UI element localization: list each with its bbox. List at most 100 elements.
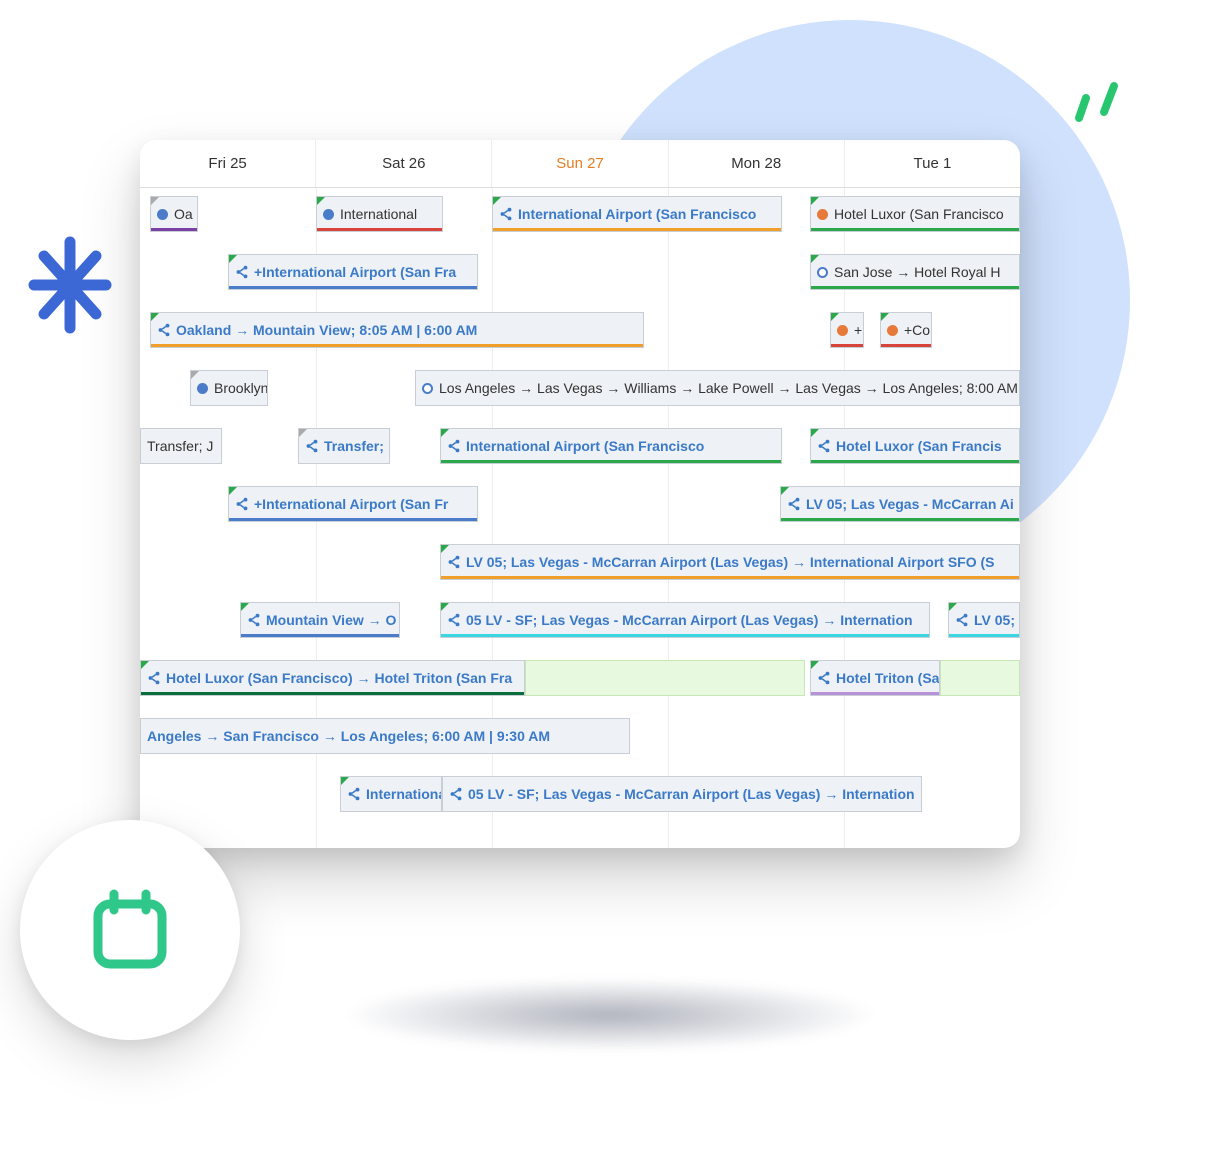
event-label: Brooklyn	[214, 380, 268, 396]
event-transfer[interactable]: Transfer;	[298, 428, 390, 464]
header-label: Tue 1	[914, 155, 952, 172]
share-icon	[449, 787, 463, 801]
star-decoration	[20, 230, 120, 345]
dot-icon	[323, 209, 334, 220]
event-hotel-luxor-triton[interactable]: Hotel Luxor (San Francisco) → Hotel Trit…	[140, 660, 525, 696]
event-label: +	[854, 322, 862, 338]
dot-icon	[837, 325, 848, 336]
event-green-block-2[interactable]	[940, 660, 1020, 696]
corner-icon	[150, 196, 160, 206]
calendar-icon	[80, 880, 180, 980]
event-intl-airport-sf-2[interactable]: International Airport (San Francisco	[440, 428, 782, 464]
corner-icon	[240, 602, 250, 612]
corner-icon	[810, 660, 820, 670]
event-intl-airport-plus[interactable]: +International Airport (San Fra	[228, 254, 478, 290]
corner-icon	[190, 370, 200, 380]
corner-icon	[880, 312, 890, 322]
event-05lv-sf[interactable]: 05 LV - SF; Las Vegas - McCarran Airport…	[440, 602, 930, 638]
corner-icon	[316, 196, 326, 206]
dot-icon	[817, 209, 828, 220]
share-icon	[787, 497, 801, 511]
corner-icon	[492, 196, 502, 206]
event-label: LV 05; Las Vegas - McCarran Ai	[806, 496, 1014, 512]
event-mountain-view[interactable]: Mountain View → O	[240, 602, 400, 638]
event-label: Oakland → Mountain View; 8:05 AM | 6:00 …	[176, 322, 477, 338]
event-lv05-2[interactable]: LV 05; Las Vegas - McCarran Airport (Las…	[440, 544, 1020, 580]
share-icon	[955, 613, 969, 627]
share-icon	[447, 555, 461, 569]
header-mon[interactable]: Mon 28	[669, 140, 845, 187]
corner-icon	[228, 254, 238, 264]
event-label: Angeles → San Francisco → Los Angeles; 6…	[147, 728, 550, 744]
dot-icon	[887, 325, 898, 336]
event-green-block[interactable]	[525, 660, 805, 696]
corner-icon	[830, 312, 840, 322]
header-sat[interactable]: Sat 26	[316, 140, 492, 187]
event-label: Transfer;	[324, 438, 384, 454]
event-angeles-sf-la[interactable]: Angeles → San Francisco → Los Angeles; 6…	[140, 718, 630, 754]
event-label: Mountain View → O	[266, 612, 396, 628]
calendar-panel: Fri 25 Sat 26 Sun 27 Mon 28 Tue 1 Oa Int…	[140, 140, 1020, 848]
event-intl-airport-plus-2[interactable]: +International Airport (San Fr	[228, 486, 478, 522]
calendar-grid: Oa International International Airport (…	[140, 188, 1020, 848]
event-hotel-luxor[interactable]: Hotel Luxor (San Francisco	[810, 196, 1020, 232]
event-label: Hotel Luxor (San Francisco	[834, 206, 1004, 222]
event-label: Hotel Triton (Sa	[836, 670, 939, 686]
dot-icon	[157, 209, 168, 220]
event-hotel-luxor-2[interactable]: Hotel Luxor (San Francis	[810, 428, 1020, 464]
share-icon	[499, 207, 513, 221]
event-label: +Co	[904, 322, 930, 338]
event-brooklyn[interactable]: Brooklyn	[190, 370, 268, 406]
share-icon	[347, 787, 361, 801]
header-tue[interactable]: Tue 1	[845, 140, 1020, 187]
share-icon	[447, 439, 461, 453]
corner-icon	[340, 776, 350, 786]
share-icon	[147, 671, 161, 685]
header-label: Sun 27	[556, 155, 604, 172]
event-05lv-sf-2[interactable]: 05 LV - SF; Las Vegas - McCarran Airport…	[442, 776, 922, 812]
event-lv05-short[interactable]: LV 05;	[948, 602, 1020, 638]
event-label: Los Angeles → Las Vegas → Williams → Lak…	[439, 380, 1020, 396]
share-icon	[305, 439, 319, 453]
event-label: +International Airport (San Fr	[254, 496, 448, 512]
event-transfer-j[interactable]: Transfer; J	[140, 428, 222, 464]
event-hotel-triton[interactable]: Hotel Triton (Sa	[810, 660, 940, 696]
event-label: International	[340, 206, 417, 222]
share-icon	[157, 323, 171, 337]
event-san-jose[interactable]: San Jose → Hotel Royal H	[810, 254, 1020, 290]
share-icon	[447, 613, 461, 627]
header-fri[interactable]: Fri 25	[140, 140, 316, 187]
calendar-badge	[20, 820, 240, 1040]
shadow-decoration	[230, 950, 990, 1080]
event-oakland-mountain-view[interactable]: Oakland → Mountain View; 8:05 AM | 6:00 …	[150, 312, 644, 348]
event-international[interactable]: International	[316, 196, 443, 232]
dot-icon	[197, 383, 208, 394]
dot-icon	[817, 267, 828, 278]
share-icon	[235, 265, 249, 279]
event-label: Oa	[174, 206, 193, 222]
event-label: LV 05;	[974, 612, 1015, 628]
corner-icon	[810, 196, 820, 206]
corner-icon	[440, 602, 450, 612]
event-oakland-short[interactable]: Oa	[150, 196, 198, 232]
event-la-las-vegas[interactable]: Los Angeles → Las Vegas → Williams → Lak…	[415, 370, 1020, 406]
event-plus-1[interactable]: +	[830, 312, 864, 348]
event-label: Hotel Luxor (San Francis	[836, 438, 1002, 454]
calendar-header-row: Fri 25 Sat 26 Sun 27 Mon 28 Tue 1	[140, 140, 1020, 188]
event-label: LV 05; Las Vegas - McCarran Airport (Las…	[466, 554, 995, 570]
event-plus-co[interactable]: +Co	[880, 312, 932, 348]
corner-icon	[150, 312, 160, 322]
event-label: 05 LV - SF; Las Vegas - McCarran Airport…	[466, 612, 913, 628]
corner-icon	[810, 254, 820, 264]
event-label: Transfer; J	[147, 438, 213, 454]
event-lv05-1[interactable]: LV 05; Las Vegas - McCarran Ai	[780, 486, 1020, 522]
header-sun[interactable]: Sun 27	[492, 140, 668, 187]
event-label: San Jose → Hotel Royal H	[834, 264, 1001, 280]
corner-icon	[440, 428, 450, 438]
spark-decoration	[1064, 70, 1134, 140]
corner-icon	[948, 602, 958, 612]
event-international-2[interactable]: International	[340, 776, 442, 812]
corner-icon	[780, 486, 790, 496]
dot-icon	[422, 383, 433, 394]
event-intl-airport-sf[interactable]: International Airport (San Francisco	[492, 196, 782, 232]
